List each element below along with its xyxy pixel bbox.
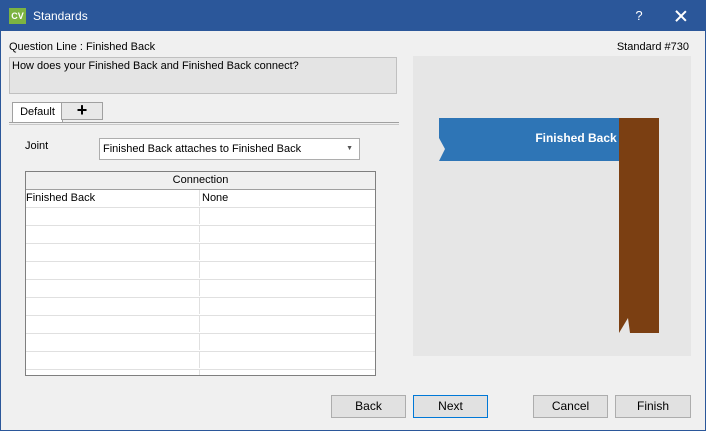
question-text-box: How does your Finished Back and Finished… [9,57,397,94]
window-title: Standards [33,9,88,23]
table-row [26,316,375,334]
app-logo-icon: CV [9,8,26,24]
joint-dropdown[interactable]: Finished Back attaches to Finished Back … [99,138,360,160]
table-row [26,208,375,226]
cancel-button[interactable]: Cancel [533,395,608,418]
table-row [26,226,375,244]
joint-preview-panel: Finished Back [413,56,691,356]
help-button[interactable]: ? [633,8,645,23]
row-value-cell[interactable]: None [201,190,228,206]
tab-divider [9,122,399,125]
add-tab-button[interactable]: + [61,101,103,120]
back-button[interactable]: Back [331,395,406,418]
table-row [26,244,375,262]
standard-number: Standard #730 [616,41,689,53]
title-bar[interactable]: CV Standards ? [1,1,705,31]
table-row [26,262,375,280]
finished-back-board [619,118,659,333]
question-line-label: Question Line : Finished Back [9,41,156,53]
finish-button[interactable]: Finish [615,395,691,418]
connection-grid: Connection Finished Back None [25,171,376,376]
joint-label: Joint [25,140,49,152]
next-button[interactable]: Next [413,395,488,418]
tab-strip: Default + [9,101,399,123]
standards-window: CV Standards ? Question Line : Finished … [0,0,706,431]
table-row[interactable]: Finished Back None [26,190,375,208]
row-name-cell: Finished Back [26,190,200,206]
tab-default[interactable]: Default [12,102,63,122]
joint-preview-drawing: Finished Back [439,118,659,333]
chevron-down-icon: ▼ [346,145,353,152]
banner-label: Finished Back [535,131,617,145]
table-row [26,280,375,298]
connection-column-header[interactable]: Connection [26,172,375,190]
table-row [26,352,375,370]
table-row [26,298,375,316]
table-row [26,334,375,352]
table-row [26,370,375,375]
joint-dropdown-value: Finished Back attaches to Finished Back [103,143,302,155]
close-icon[interactable] [671,6,691,26]
